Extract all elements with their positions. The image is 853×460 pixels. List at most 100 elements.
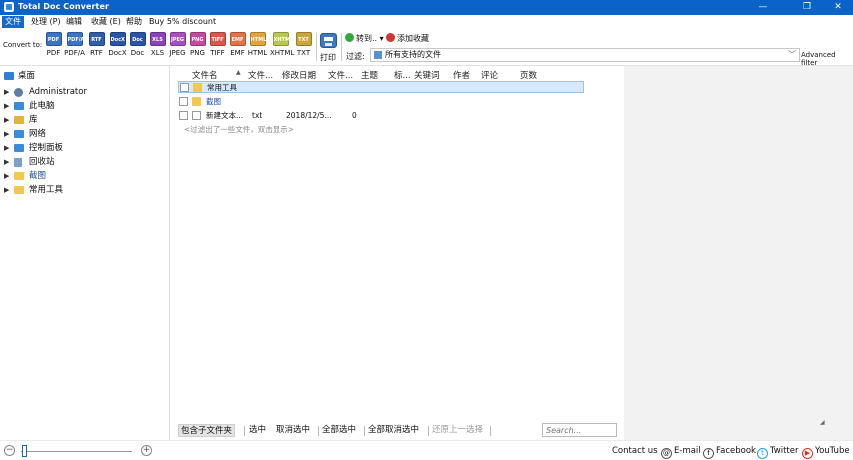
goto-dropdown-icon: ▾	[379, 34, 384, 43]
youtube-icon: ▶	[802, 448, 813, 459]
toolbar: Convert to: PDF PDF PDF/A PDF/A RTF RTF Doc…	[0, 29, 853, 67]
toolbar-divider	[316, 33, 317, 61]
column-header-filename[interactable]: 文件名	[192, 69, 218, 81]
column-header-pages[interactable]: 页数	[520, 69, 537, 81]
resize-grip-icon[interactable]: ◢	[820, 419, 825, 426]
table-row[interactable]: 截图	[178, 96, 584, 108]
contact-us-link[interactable]: Contact us	[612, 446, 658, 456]
library-icon	[14, 116, 24, 124]
twitter-link[interactable]: t Twitter	[757, 446, 799, 459]
column-header-keywords[interactable]: 关键词	[414, 69, 440, 81]
doc-icon: Doc	[129, 32, 146, 46]
convert-rtf-button[interactable]: RTF RTF	[86, 32, 107, 57]
app-icon	[4, 2, 14, 12]
convert-xls-button[interactable]: XLS XLS	[147, 32, 168, 57]
zoom-slider-handle[interactable]	[22, 445, 27, 457]
column-header-title[interactable]: 标...	[394, 69, 411, 81]
search-input[interactable]	[542, 423, 617, 437]
filter-label: 过滤:	[346, 52, 365, 61]
folder-icon	[14, 172, 24, 180]
row-checkbox[interactable]	[179, 97, 188, 106]
menu-discount[interactable]: Buy 5% discount	[146, 16, 219, 28]
menu-favorites[interactable]: 收藏 (E)	[88, 16, 124, 28]
youtube-link[interactable]: ▶ YouTube	[802, 446, 850, 459]
filter-file-icon	[374, 51, 382, 59]
menu-help[interactable]: 帮助	[123, 16, 145, 28]
column-header-subject[interactable]: 主题	[361, 69, 378, 81]
convert-pdf-button[interactable]: PDF PDF	[43, 32, 64, 57]
advanced-filter-link[interactable]: Advanced filter	[801, 51, 853, 67]
include-subfolders-button[interactable]: 包含子文件夹	[178, 424, 236, 437]
menu-file[interactable]: 文件	[2, 16, 24, 28]
select-all-button[interactable]: 全部选中	[320, 424, 358, 437]
xls-icon: XLS	[149, 32, 166, 46]
column-header-filesize[interactable]: 文件...	[328, 69, 353, 81]
status-bar: − + Contact us @ E-mail f Facebook t Twitte…	[0, 440, 853, 460]
folder-icon	[14, 186, 24, 194]
column-header-modified[interactable]: 修改日期	[282, 69, 316, 81]
select-button[interactable]: 选中	[247, 424, 268, 437]
menu-edit[interactable]: 编辑	[63, 16, 85, 28]
print-button-label[interactable]: 打印	[320, 52, 336, 63]
expand-arrow-icon: ▶	[4, 102, 10, 110]
deselect-all-button[interactable]: 全部取消选中	[366, 424, 421, 437]
column-header-filetype[interactable]: 文件...	[248, 69, 273, 81]
facebook-icon: f	[703, 448, 714, 459]
convert-png-button[interactable]: PNG PNG	[187, 32, 208, 57]
convert-docx-button[interactable]: DocX DocX	[107, 32, 128, 57]
filter-hint: <过滤出了一些文件，双击显示>	[184, 125, 295, 134]
twitter-icon: t	[757, 448, 768, 459]
divider	[364, 426, 365, 436]
convert-xhtml-button[interactable]: XHTML XHTML	[270, 32, 294, 57]
convert-pdfa-button[interactable]: PDF/A PDF/A	[64, 32, 85, 57]
convert-to-label: Convert to:	[3, 41, 43, 49]
convert-jpeg-button[interactable]: JPEG JPEG	[167, 32, 188, 57]
control-panel-icon	[14, 144, 24, 152]
table-row[interactable]: 新建文本... txt 2018/12/5... 0	[178, 110, 584, 122]
close-button[interactable]: ✕	[825, 0, 851, 15]
recycle-bin-icon	[14, 158, 22, 167]
png-icon: PNG	[189, 32, 206, 46]
docx-icon: DocX	[109, 32, 126, 46]
deselect-button[interactable]: 取消选中	[274, 424, 312, 437]
divider	[428, 426, 429, 436]
restore-selection-button[interactable]: 还原上一选择	[430, 424, 485, 437]
pdfa-icon: PDF/A	[66, 32, 84, 46]
convert-tiff-button[interactable]: TIFF TIFF	[207, 32, 228, 57]
divider	[318, 426, 319, 436]
row-checkbox[interactable]	[179, 111, 188, 120]
convert-txt-button[interactable]: TXT TXT	[293, 32, 314, 57]
column-header-comments[interactable]: 评论	[481, 69, 498, 81]
txt-icon: TXT	[295, 32, 312, 46]
emf-icon: EMF	[229, 32, 246, 46]
row-checkbox[interactable]	[180, 83, 189, 92]
add-favorite-button[interactable]: 添加收藏	[386, 33, 429, 45]
zoom-in-button[interactable]: +	[141, 445, 152, 456]
facebook-link[interactable]: f Facebook	[703, 446, 756, 459]
expand-arrow-icon: ▶	[4, 186, 10, 194]
convert-doc-button[interactable]: Doc Doc	[127, 32, 148, 57]
folder-icon	[193, 83, 202, 92]
filter-select[interactable]: 所有支持的文件 ﹀	[370, 48, 800, 62]
goto-arrow-icon	[345, 33, 354, 42]
menu-bar: 文件 处理 (P) 编辑 收藏 (E) 帮助 Buy 5% discount	[0, 15, 853, 29]
email-link[interactable]: @ E-mail	[661, 446, 701, 459]
tiff-icon: TIFF	[209, 32, 226, 46]
printer-icon[interactable]	[320, 33, 337, 48]
expand-arrow-icon: ▶	[4, 116, 10, 124]
goto-button[interactable]: 转到.. ▾	[345, 33, 384, 45]
zoom-out-button[interactable]: −	[4, 445, 15, 456]
convert-html-button[interactable]: HTML HTML	[247, 32, 268, 57]
filter-value: 所有支持的文件	[385, 50, 441, 59]
convert-emf-button[interactable]: EMF EMF	[227, 32, 248, 57]
zoom-slider-track[interactable]	[21, 451, 132, 452]
table-row[interactable]: 常用工具	[178, 81, 584, 93]
column-header-author[interactable]: 作者	[453, 69, 470, 81]
folder-icon	[192, 97, 201, 106]
title-bar: Total Doc Converter — ❐ ✕	[0, 0, 853, 15]
minimize-button[interactable]: —	[750, 0, 776, 15]
menu-process[interactable]: 处理 (P)	[28, 16, 64, 28]
maximize-button[interactable]: ❐	[794, 0, 820, 15]
email-icon: @	[661, 448, 672, 459]
expand-arrow-icon: ▶	[4, 144, 10, 152]
